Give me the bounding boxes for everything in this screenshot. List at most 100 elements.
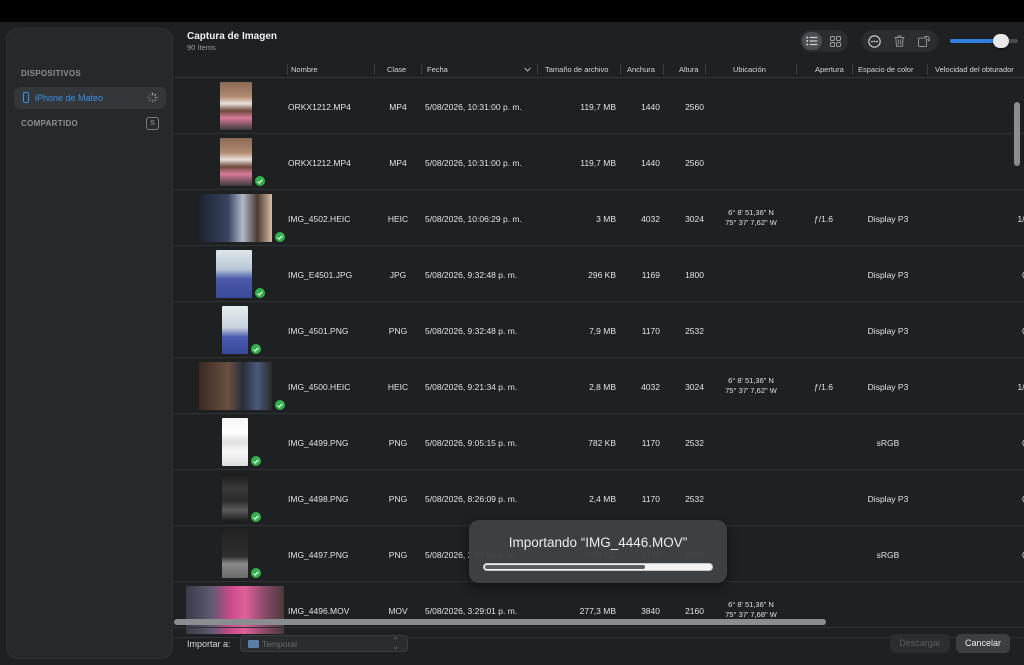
more-options-button[interactable] (864, 32, 884, 50)
cell-height: 2560 (685, 102, 704, 112)
imported-check-icon (251, 344, 261, 354)
column-header-height[interactable]: Altura (679, 65, 699, 74)
thumbnail[interactable] (222, 306, 248, 354)
column-header-kind[interactable]: Clase (387, 65, 406, 74)
cell-name: IMG_4501.PNG (288, 326, 349, 336)
cell-color-space: sRGB (876, 550, 900, 560)
cell-height: 3024 (685, 214, 704, 224)
thumbnail[interactable] (216, 250, 252, 298)
shared-badge[interactable]: S (146, 117, 159, 130)
thumbnail[interactable] (199, 362, 272, 410)
thumbnail[interactable] (222, 418, 248, 466)
imported-check-icon (275, 232, 285, 242)
rotate-button[interactable] (914, 32, 934, 50)
thumbnail[interactable] (222, 474, 248, 522)
column-header-shutter-speed[interactable]: Velocidad del obturador (935, 65, 1014, 74)
cell-height: 3024 (685, 382, 704, 392)
cell-height: 2160 (685, 606, 704, 616)
thumbnail[interactable] (222, 530, 248, 578)
table-row[interactable]: IMG_E4501.JPG JPG 5/08/2026, 9:32:48 p. m.… (174, 246, 1024, 302)
ellipsis-circle-icon (867, 34, 881, 48)
cell-color-space: sRGB (876, 438, 900, 448)
column-header-date[interactable]: Fecha (427, 65, 448, 74)
cell-date: 5/08/2026, 9:21:34 p. m. (425, 382, 518, 392)
column-header-aperture[interactable]: Apertura (815, 65, 844, 74)
table-row[interactable]: IMG_4499.PNG PNG 5/08/2026, 9:05:15 p. m. 7… (174, 414, 1024, 470)
slider-knob[interactable] (993, 34, 1009, 48)
column-header-size[interactable]: Tamaño de archivo (545, 65, 608, 74)
location-latitude: 6° 8' 51,36" N (728, 376, 774, 385)
table-row[interactable]: IMG_4500.HEIC HEIC 5/08/2026, 9:21:34 p. m… (174, 358, 1024, 414)
sidebar-item-iphone[interactable]: iPhone de Mateo (14, 87, 166, 109)
table-header: Nombre Clase Fecha Tamaño de archivo Anc… (174, 62, 1024, 78)
thumbnail[interactable] (199, 194, 272, 242)
cell-name: IMG_4502.HEIC (288, 214, 351, 224)
delete-button[interactable] (889, 32, 909, 50)
cell-color-space: Display P3 (867, 326, 909, 336)
cell-shutter-speed: 0/1 (994, 270, 1024, 280)
cell-width: 1440 (641, 102, 660, 112)
table-row[interactable]: ORKX1212.MP4 MP4 5/08/2026, 10:31:00 p. m.… (174, 79, 1024, 134)
column-header-location[interactable]: Ubicación (733, 65, 766, 74)
cancel-button[interactable]: Cancelar (956, 634, 1010, 653)
imported-check-icon (255, 288, 265, 298)
grid-view-button[interactable] (825, 32, 845, 50)
sort-chevron-down-icon[interactable] (524, 67, 531, 72)
thumbnail[interactable] (220, 82, 252, 130)
cell-date: 5/08/2026, 10:06:29 p. m. (425, 214, 522, 224)
vertical-scrollbar[interactable] (1014, 102, 1020, 166)
sidebar: DISPOSITIVOS iPhone de Mateo COMPARTIDO … (6, 28, 173, 659)
devices-heading: DISPOSITIVOS (21, 69, 82, 78)
grid-icon (829, 35, 841, 47)
cell-color-space: Display P3 (867, 214, 909, 224)
cell-location: 6° 8' 51,36" N 75° 37' 7,62" W (706, 208, 796, 228)
download-button[interactable]: Descargar (890, 634, 950, 653)
cell-width: 1170 (641, 326, 660, 336)
cell-name: IMG_4496.MOV (288, 606, 350, 616)
horizontal-scrollbar[interactable] (174, 619, 826, 625)
cell-color-space: Display P3 (867, 494, 909, 504)
cell-size: 277,3 MB (579, 606, 616, 616)
import-progress-dialog: Importando “IMG_4446.MOV” (469, 520, 727, 583)
cell-height: 1800 (685, 270, 704, 280)
iphone-icon (23, 92, 29, 103)
cell-width: 1170 (641, 494, 660, 504)
location-longitude: 75° 37' 7,62" W (725, 218, 777, 227)
table-row[interactable]: IMG_4498.PNG PNG 5/08/2026, 8:26:09 p. m. 2… (174, 470, 1024, 526)
destination-value: Temporal (262, 639, 297, 649)
imported-check-icon (251, 456, 261, 466)
trash-icon (894, 35, 904, 47)
cell-kind: JPG (389, 270, 407, 280)
progress-fill (485, 565, 645, 569)
loading-spinner-icon (147, 92, 158, 103)
cell-kind: PNG (388, 550, 408, 560)
progress-message: Importando “IMG_4446.MOV” (508, 535, 688, 550)
cell-location: 6° 8' 51,36" N 75° 37' 7,62" W (706, 376, 796, 396)
thumbnail-size-slider[interactable] (950, 34, 1018, 48)
cell-date: 5/08/2026, 10:31:00 p. m. (425, 158, 522, 168)
view-toggle (800, 30, 848, 52)
actions-group (862, 30, 938, 52)
column-header-color-space[interactable]: Espacio de color (858, 65, 913, 74)
table-row[interactable]: IMG_4501.PNG PNG 5/08/2026, 9:32:48 p. m. 7… (174, 302, 1024, 358)
cell-size: 782 KB (588, 438, 616, 448)
cell-width: 4032 (641, 382, 660, 392)
cell-kind: PNG (388, 494, 408, 504)
import-to-label: Importar a: (187, 639, 231, 649)
thumbnail[interactable] (220, 138, 252, 186)
cell-date: 5/08/2026, 9:32:48 p. m. (425, 270, 518, 280)
cell-size: 3 MB (596, 214, 616, 224)
imported-check-icon (251, 512, 261, 522)
cell-width: 1440 (641, 158, 660, 168)
imported-check-icon (251, 568, 261, 578)
column-header-name[interactable]: Nombre (291, 65, 318, 74)
cell-location: 6° 8' 51,36" N 75° 37' 7,68" W (706, 600, 796, 620)
list-icon (806, 36, 818, 46)
table-row[interactable]: ORKX1212.MP4 MP4 5/08/2026, 10:31:00 p. m.… (174, 134, 1024, 190)
table-row[interactable]: IMG_4502.HEIC HEIC 5/08/2026, 10:06:29 p. … (174, 190, 1024, 246)
destination-popup[interactable]: Temporal ⌃ ⌄ (240, 635, 408, 652)
column-header-width[interactable]: Anchura (627, 65, 655, 74)
cell-height: 2532 (685, 494, 704, 504)
cell-kind: HEIC (387, 382, 409, 392)
list-view-button[interactable] (802, 32, 822, 50)
